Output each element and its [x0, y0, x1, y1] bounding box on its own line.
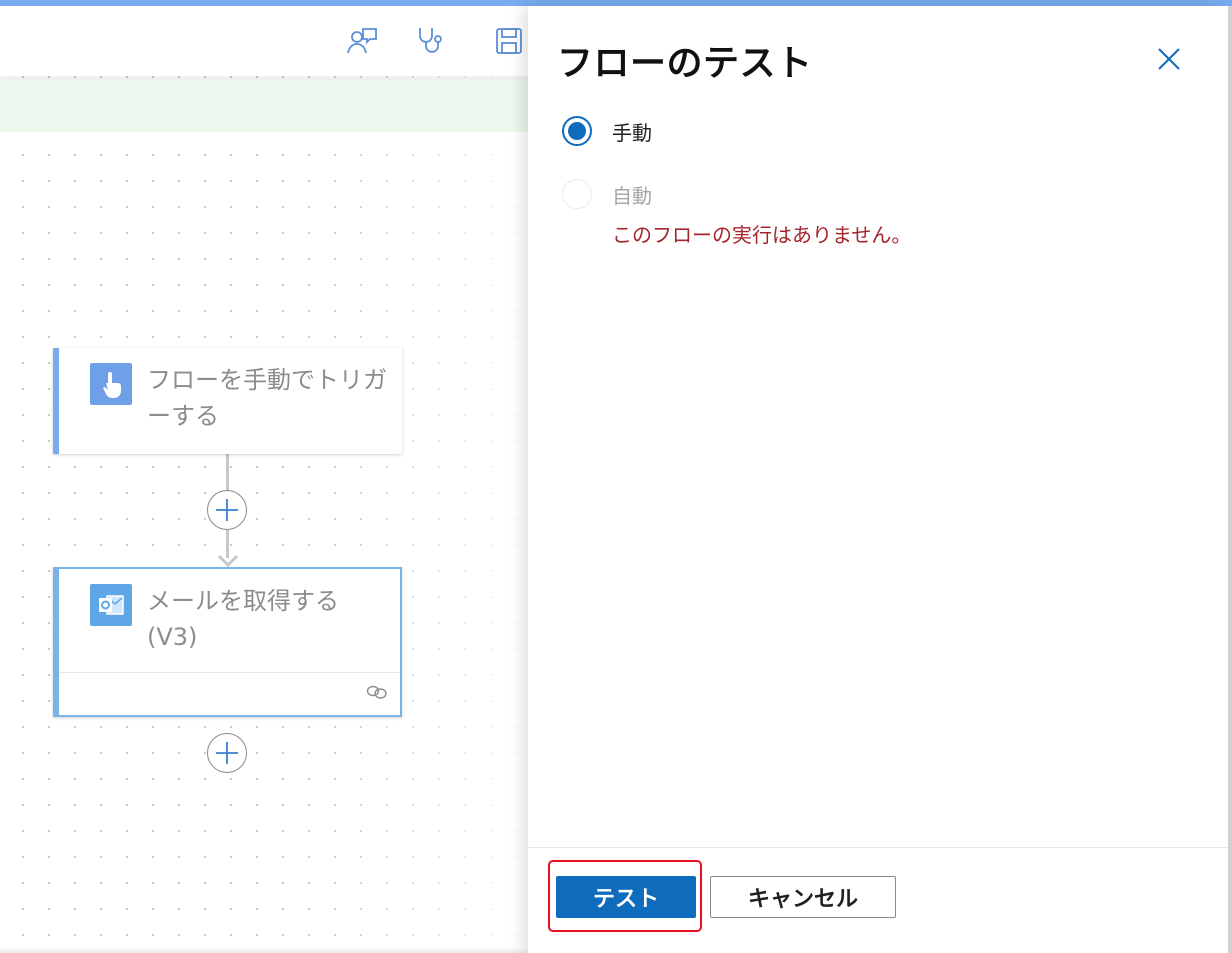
trigger-card[interactable]: フローを手動でトリガーする: [53, 348, 402, 454]
cancel-button[interactable]: キャンセル: [710, 876, 896, 918]
trigger-card-title: フローを手動でトリガーする: [147, 366, 387, 430]
touch-hand-icon: [90, 363, 132, 405]
test-flow-panel: フローのテスト 手動 自動 このフローの実行はありません。 テスト キャンセル: [528, 6, 1228, 953]
canvas-bottom-edge: [0, 947, 528, 953]
save-icon[interactable]: [492, 24, 526, 58]
canvas-fade-overlay: [300, 6, 528, 953]
connector-line: [226, 454, 229, 494]
outlook-icon: [90, 584, 132, 626]
radio-manual-label: 手動: [612, 120, 652, 145]
info-banner: [0, 78, 528, 132]
panel-title: フローのテスト: [557, 43, 813, 84]
panel-scroll-edge: [1228, 6, 1232, 953]
radio-auto-label: 自動: [612, 183, 652, 208]
radio-auto-button[interactable]: [562, 179, 592, 209]
no-runs-warning: このフローの実行はありません。: [612, 223, 912, 247]
flow-designer-canvas: フローを手動でトリガーする メールを取得する (V3): [0, 6, 528, 953]
stethoscope-icon[interactable]: [414, 24, 448, 58]
get-emails-card[interactable]: メールを取得する (V3): [53, 567, 402, 717]
radio-auto[interactable]: 自動: [562, 179, 652, 209]
card-footer: [59, 672, 400, 715]
get-emails-card-title: メールを取得する (V3): [147, 587, 339, 651]
app-root: フローを手動でトリガーする メールを取得する (V3) フローのテスト 手動 自…: [0, 0, 1232, 953]
connection-link-icon[interactable]: [366, 684, 388, 700]
command-bar: [0, 6, 528, 76]
close-icon[interactable]: [1154, 44, 1184, 74]
footer-divider: [528, 847, 1228, 848]
radio-manual[interactable]: 手動: [562, 116, 652, 146]
add-step-button[interactable]: [207, 490, 247, 530]
radio-manual-button[interactable]: [562, 116, 592, 146]
add-step-button[interactable]: [207, 733, 247, 773]
flow-checker-icon[interactable]: [345, 24, 379, 58]
test-button[interactable]: テスト: [556, 876, 696, 918]
connector-arrow-icon: [217, 554, 239, 568]
